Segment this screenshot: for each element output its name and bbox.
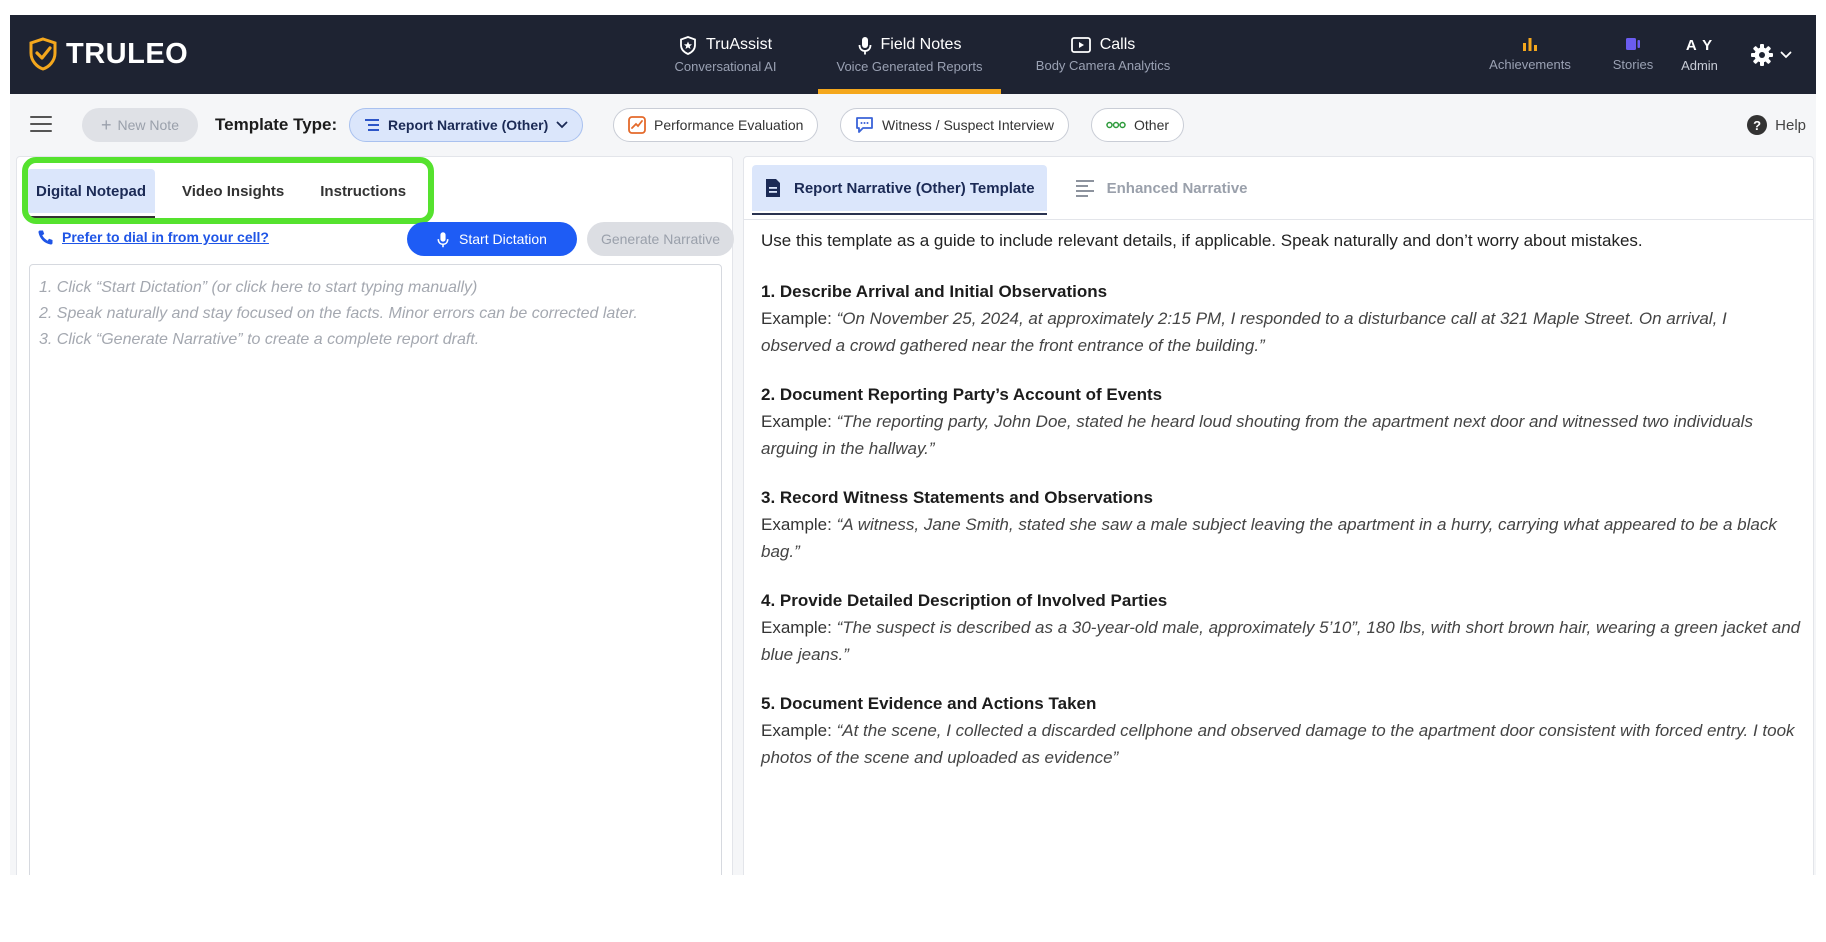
template-selected-label: Report Narrative (Other) [388, 117, 549, 133]
play-box-icon [1070, 37, 1091, 53]
user-menu[interactable]: A Y Admin [1672, 15, 1727, 94]
tabs-highlight-annotation [22, 157, 434, 224]
nav-truassist-subtitle: Conversational AI [674, 58, 777, 74]
help-button[interactable]: ? Help [1747, 108, 1806, 142]
notepad-panel: Digital Notepad Video Insights Instructi… [16, 156, 734, 875]
template-chip-performance-evaluation[interactable]: Performance Evaluation [613, 108, 819, 142]
settings-menu[interactable] [1743, 15, 1798, 94]
example-prefix: Example: [761, 309, 832, 328]
hamburger-menu-icon[interactable] [30, 114, 52, 134]
nav-calls-title: Calls [1099, 36, 1136, 53]
example-text: “At the scene, I collected a discarded c… [761, 721, 1795, 767]
example-text: “On November 25, 2024, at approximately … [761, 309, 1727, 355]
template-chip-other[interactable]: Other [1091, 108, 1185, 142]
template-section: 2. Document Reporting Party’s Account of… [761, 381, 1801, 462]
nav-truassist[interactable]: TruAssist Conversational AI [668, 15, 783, 94]
example-prefix: Example: [761, 618, 832, 637]
chip-label: Other [1134, 117, 1170, 133]
chip-label: Performance Evaluation [654, 117, 804, 133]
section-title: 1. Describe Arrival and Initial Observat… [761, 282, 1108, 301]
achievements-label: Achievements [1489, 57, 1571, 72]
speech-bubble-icon [856, 117, 873, 133]
user-role: Admin [1681, 57, 1718, 73]
plus-icon: + [101, 115, 112, 135]
tab-label: Enhanced Narrative [1106, 179, 1248, 197]
template-tabs: Report Narrative (Other) Template Enhanc… [752, 165, 1276, 215]
placeholder-line: 2. Speak naturally and stay focused on t… [39, 305, 638, 322]
template-chip-witness-suspect-interview[interactable]: Witness / Suspect Interview [840, 108, 1069, 142]
tab-enhanced-narrative[interactable]: Enhanced Narrative [1063, 165, 1260, 211]
question-mark-icon: ? [1747, 115, 1768, 135]
template-toolbar: + New Note Template Type: Report Narrati… [10, 94, 1816, 156]
notepad-textarea[interactable]: 1. Click “Start Dictation” (or click her… [29, 264, 722, 875]
template-intro: Use this template as a guide to include … [761, 231, 1643, 250]
nav-truassist-title: TruAssist [705, 36, 773, 53]
document-icon [766, 179, 780, 197]
microphone-icon [437, 231, 449, 247]
nav-field-notes-title: Field Notes [880, 36, 962, 53]
new-note-label: New Note [117, 117, 179, 133]
template-section: 5. Document Evidence and Actions Taken E… [761, 690, 1801, 771]
template-section: 4. Provide Detailed Description of Invol… [761, 587, 1801, 668]
template-content: Use this template as a guide to include … [761, 227, 1801, 793]
dial-in-link-label: Prefer to dial in from your cell? [62, 229, 269, 245]
tabs-divider [744, 219, 1813, 220]
example-text: “A witness, Jane Smith, stated she saw a… [761, 515, 1777, 561]
example-text: “The reporting party, John Doe, stated h… [761, 412, 1753, 458]
text-lines-icon [365, 119, 379, 131]
start-dictation-button[interactable]: Start Dictation [407, 222, 577, 256]
template-panel: Report Narrative (Other) Template Enhanc… [743, 156, 1814, 875]
placeholder-line: 3. Click “Generate Narrative” to create … [39, 331, 480, 348]
more-dots-icon [1106, 121, 1126, 129]
tab-label: Report Narrative (Other) Template [794, 179, 1035, 197]
text-lines-icon [1075, 180, 1094, 197]
example-text: “The suspect is described as a 30-year-o… [761, 618, 1801, 664]
microphone-icon [858, 36, 871, 54]
new-note-button[interactable]: + New Note [82, 108, 198, 142]
nav-stories[interactable]: Stories [1598, 15, 1668, 94]
example-prefix: Example: [761, 515, 832, 534]
start-dictation-label: Start Dictation [459, 231, 547, 247]
section-title: 2. Document Reporting Party’s Account of… [761, 385, 1163, 404]
trend-chart-icon [628, 116, 646, 134]
chevron-down-icon [1780, 51, 1791, 58]
nav-field-notes-subtitle: Voice Generated Reports [836, 58, 983, 74]
nav-achievements[interactable]: Achievements [1480, 15, 1580, 94]
stories-icon [1626, 38, 1640, 50]
section-title: 5. Document Evidence and Actions Taken [761, 694, 1097, 713]
user-initials: A Y [1685, 36, 1714, 54]
section-title: 3. Record Witness Statements and Observa… [761, 488, 1153, 507]
stories-label: Stories [1612, 57, 1654, 72]
template-section: 1. Describe Arrival and Initial Observat… [761, 278, 1801, 359]
nav-field-notes[interactable]: Field Notes Voice Generated Reports [818, 15, 1001, 94]
example-prefix: Example: [761, 721, 832, 740]
chevron-down-icon [556, 121, 568, 129]
template-type-dropdown[interactable]: Report Narrative (Other) [349, 108, 584, 142]
template-section: 3. Record Witness Statements and Observa… [761, 484, 1801, 565]
nav-calls-subtitle: Body Camera Analytics [1035, 58, 1171, 73]
top-nav: TRULEO TruAssist Conversational AI Field… [10, 15, 1816, 94]
truleo-logo[interactable]: TRULEO [28, 33, 188, 75]
shield-star-icon [680, 35, 696, 55]
brand-name: TRULEO [66, 37, 189, 70]
dial-in-link[interactable]: Prefer to dial in from your cell? [37, 223, 269, 251]
bar-chart-icon [1523, 38, 1537, 51]
app-window: TRULEO TruAssist Conversational AI Field… [10, 15, 1816, 875]
template-type-label: Template Type: [215, 115, 338, 134]
help-label: Help [1775, 116, 1806, 134]
example-prefix: Example: [761, 412, 832, 431]
tab-report-narrative-template[interactable]: Report Narrative (Other) Template [752, 165, 1047, 215]
section-title: 4. Provide Detailed Description of Invol… [761, 591, 1168, 610]
gear-icon [1750, 43, 1773, 66]
nav-calls[interactable]: Calls Body Camera Analytics [1028, 15, 1178, 94]
phone-icon [38, 230, 53, 245]
chip-label: Witness / Suspect Interview [882, 117, 1054, 133]
shield-check-icon [29, 37, 57, 71]
generate-narrative-button[interactable]: Generate Narrative [587, 222, 734, 256]
placeholder-line: 1. Click “Start Dictation” (or click her… [39, 279, 478, 296]
